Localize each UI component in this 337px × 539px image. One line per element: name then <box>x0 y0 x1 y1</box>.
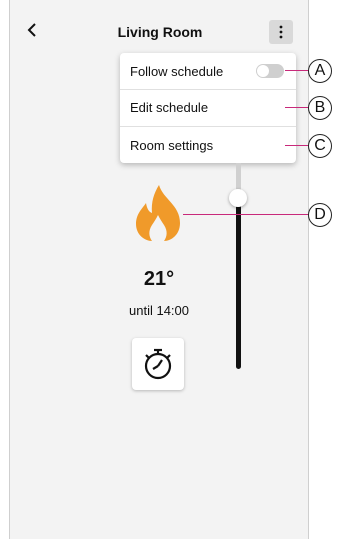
callout-line-c <box>285 145 309 146</box>
callout-line-d <box>183 214 309 215</box>
header: Living Room <box>10 0 310 60</box>
phone-screen: Living Room Follow schedule Edit schedul… <box>9 0 309 539</box>
stopwatch-icon <box>144 348 172 380</box>
temperature-value: 21° <box>143 268 175 290</box>
flame-icon <box>136 185 180 241</box>
callout-line-a <box>285 70 309 71</box>
follow-schedule-toggle[interactable] <box>256 64 284 78</box>
callout-c: C <box>308 134 332 158</box>
menu-item-label: Room settings <box>130 137 214 153</box>
options-menu: Follow schedule Edit schedule Room setti… <box>120 53 296 163</box>
temperature-slider-handle[interactable] <box>229 189 247 207</box>
menu-item-edit-schedule[interactable]: Edit schedule <box>120 89 296 125</box>
callout-d: D <box>308 203 332 227</box>
callout-b: B <box>308 96 332 120</box>
menu-item-label: Edit schedule <box>130 100 209 115</box>
menu-item-room-settings[interactable]: Room settings <box>120 126 296 163</box>
page-title: Living Room <box>117 24 203 40</box>
more-options-button[interactable] <box>269 20 293 44</box>
menu-item-label: Follow schedule <box>130 63 224 79</box>
toggle-knob <box>257 65 269 77</box>
temperature-slider-track[interactable] <box>236 200 241 369</box>
callout-a: A <box>308 59 332 83</box>
callout-line-b <box>285 107 309 108</box>
menu-item-follow-schedule[interactable]: Follow schedule <box>120 53 296 89</box>
timer-button[interactable] <box>132 338 184 390</box>
kebab-icon <box>279 25 283 39</box>
until-time: until 14:00 <box>129 303 189 318</box>
